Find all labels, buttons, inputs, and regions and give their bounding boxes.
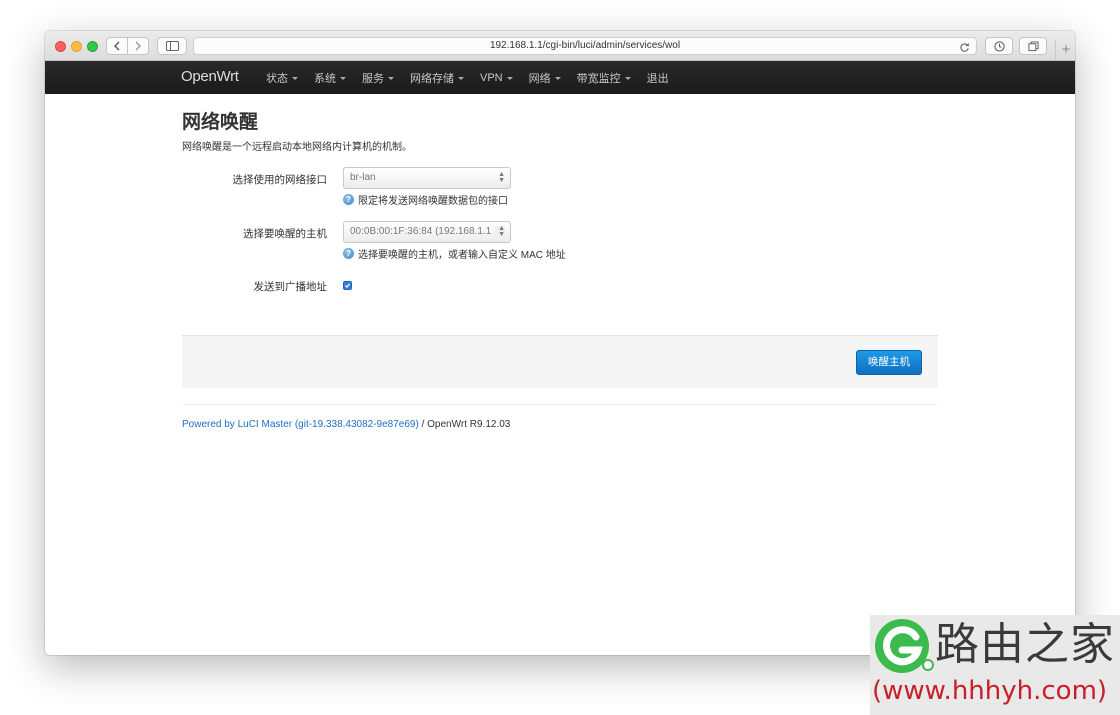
select-arrows-icon: ▲ ▼ (498, 171, 505, 184)
watermark-logo-icon (875, 619, 934, 673)
watermark-url: (www.hhhyh.com) (872, 676, 1108, 706)
caret-down-icon (292, 76, 298, 80)
watermark-brand: 路由之家 (935, 619, 1115, 670)
host-help: ? 选择要唤醒的主机，或者输入自定义 MAC 地址 (343, 246, 566, 261)
reload-icon (960, 43, 969, 52)
interface-help-text: 限定将发送网络唤醒数据包的接口 (358, 196, 508, 207)
menu-nas[interactable]: 网络存储 (410, 70, 464, 86)
menu-logout[interactable]: 退出 (647, 70, 669, 86)
caret-down-icon (458, 76, 464, 80)
sidebar-toggle-button[interactable] (157, 37, 187, 55)
footer: Powered by LuCI Master (git-19.338.43082… (182, 419, 510, 430)
host-select[interactable]: 00:0B:00:1F:36:84 (192.168.1.1 ▲ ▼ (343, 221, 511, 243)
menu-vpn-label: VPN (480, 72, 503, 84)
sidebar-icon (165, 41, 179, 51)
menu-bandwidth[interactable]: 带宽监控 (577, 70, 631, 86)
broadcast-checkbox[interactable] (343, 281, 352, 290)
main-content: 网络唤醒 网络唤醒是一个远程启动本地网络内计算机的机制。 选择使用的网络接口 b… (182, 111, 938, 430)
menu-vpn[interactable]: VPN (480, 70, 513, 86)
plus-icon: + (1061, 41, 1071, 58)
menu-system-label: 系统 (314, 73, 336, 85)
host-help-text: 选择要唤醒的主机，或者输入自定义 MAC 地址 (358, 250, 566, 261)
maximize-window-button[interactable] (87, 41, 98, 52)
footer-version: OpenWrt R9.12.03 (427, 419, 511, 430)
checkmark-icon (344, 283, 351, 288)
interface-select-value: br-lan (350, 172, 376, 183)
form-actions: 唤醒主机 (182, 335, 938, 388)
luci-link[interactable]: Powered by LuCI Master (git-19.338.43082… (182, 419, 419, 430)
browser-titlebar: 192.168.1.1/cgi-bin/luci/admin/services/… (45, 31, 1075, 61)
show-tabs-button[interactable] (1019, 37, 1047, 55)
close-window-button[interactable] (55, 41, 66, 52)
host-label: 选择要唤醒的主机 (243, 228, 327, 240)
interface-help: ? 限定将发送网络唤醒数据包的接口 (343, 192, 508, 207)
new-tab-button[interactable]: + (1055, 40, 1075, 61)
caret-down-icon (388, 76, 394, 80)
tabs-icon (1027, 40, 1039, 51)
history-button[interactable] (985, 37, 1013, 55)
wake-host-button[interactable]: 唤醒主机 (856, 350, 922, 375)
watermark: 路由之家 (www.hhhyh.com) (870, 615, 1120, 715)
page-title: 网络唤醒 (182, 112, 259, 133)
host-select-value: 00:0B:00:1F:36:84 (192.168.1.1 (350, 226, 492, 237)
broadcast-label: 发送到广播地址 (253, 281, 328, 293)
footer-divider (182, 404, 938, 405)
menu-nas-label: 网络存储 (410, 73, 454, 85)
menu-status-label: 状态 (266, 73, 288, 85)
brand-logo[interactable]: OpenWrt (181, 68, 239, 85)
clock-icon (993, 40, 1005, 52)
chevron-left-icon (114, 41, 120, 51)
menu-services[interactable]: 服务 (362, 70, 394, 86)
chevron-right-icon (135, 41, 141, 51)
caret-down-icon (506, 76, 513, 80)
menu-network-label: 网络 (528, 73, 551, 85)
menu-network[interactable]: 网络 (529, 70, 561, 86)
openwrt-navbar: OpenWrt 状态 系统 服务 网络存储 VPN 网络 带宽监控 退出 (45, 61, 1075, 94)
menu-logout-label: 退出 (646, 73, 669, 85)
help-icon: ? (343, 248, 354, 259)
caret-down-icon (624, 76, 631, 80)
page-description: 网络唤醒是一个远程启动本地网络内计算机的机制。 (182, 142, 412, 153)
browser-window: 192.168.1.1/cgi-bin/luci/admin/services/… (45, 31, 1075, 655)
menu-status[interactable]: 状态 (266, 70, 298, 86)
address-bar[interactable]: 192.168.1.1/cgi-bin/luci/admin/services/… (193, 37, 977, 55)
main-menu: 状态 系统 服务 网络存储 VPN 网络 带宽监控 退出 (266, 70, 685, 86)
interface-label: 选择使用的网络接口 (232, 174, 328, 186)
back-button[interactable] (107, 38, 127, 54)
reload-button[interactable] (959, 40, 970, 58)
footer-separator: / (418, 419, 428, 430)
forward-button[interactable] (127, 38, 148, 54)
minimize-window-button[interactable] (71, 41, 82, 52)
back-forward-group (106, 37, 149, 55)
menu-services-label: 服务 (362, 73, 384, 85)
help-icon: ? (343, 194, 354, 205)
address-url[interactable]: 192.168.1.1/cgi-bin/luci/admin/services/… (194, 40, 976, 51)
select-arrows-icon: ▲ ▼ (495, 225, 505, 238)
caret-down-icon (554, 76, 561, 80)
interface-select[interactable]: br-lan ▲ ▼ (343, 167, 511, 189)
menu-system[interactable]: 系统 (314, 70, 346, 86)
caret-down-icon (340, 76, 346, 80)
menu-bandwidth-label: 带宽监控 (576, 73, 621, 85)
